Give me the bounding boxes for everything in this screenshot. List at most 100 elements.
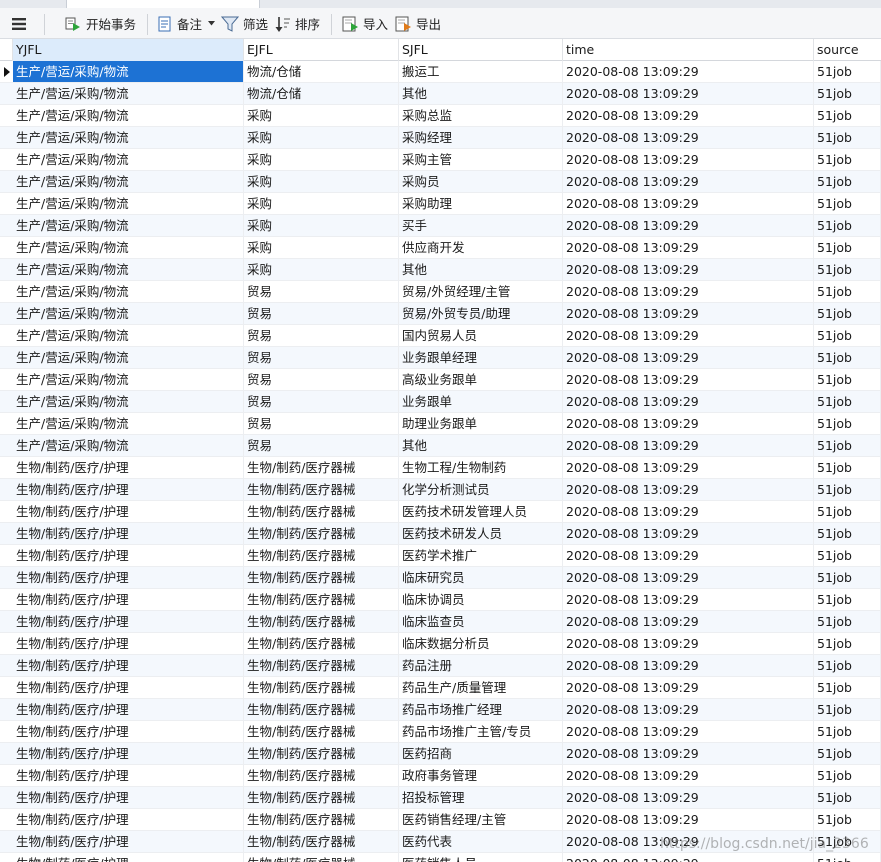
- cell-source[interactable]: 51job: [814, 171, 881, 192]
- cell-ejfl[interactable]: 生物/制药/医疗器械: [244, 765, 399, 786]
- cell-source[interactable]: 51job: [814, 699, 881, 720]
- cell-yjfl[interactable]: 生产/营运/采购/物流: [13, 61, 244, 82]
- cell-yjfl[interactable]: 生物/制药/医疗/护理: [13, 545, 244, 566]
- table-row[interactable]: 生产/营运/采购/物流 贸易 其他 2020-08-08 13:09:29 51job: [0, 435, 881, 457]
- cell-time[interactable]: 2020-08-08 13:09:29: [563, 391, 814, 412]
- export-button[interactable]: 导出: [394, 11, 441, 36]
- cell-time[interactable]: 2020-08-08 13:09:29: [563, 743, 814, 764]
- cell-source[interactable]: 51job: [814, 633, 881, 654]
- cell-sjfl[interactable]: 临床数据分析员: [399, 633, 563, 654]
- table-row[interactable]: 生物/制药/医疗/护理 生物/制药/医疗器械 药品注册 2020-08-08 13:0…: [0, 655, 881, 677]
- row-gutter[interactable]: [0, 457, 13, 478]
- column-header-yjfl[interactable]: YJFL: [13, 39, 244, 61]
- row-gutter[interactable]: [0, 765, 13, 786]
- cell-time[interactable]: 2020-08-08 13:09:29: [563, 721, 814, 742]
- cell-sjfl[interactable]: 医药招商: [399, 743, 563, 764]
- cell-yjfl[interactable]: 生产/营运/采购/物流: [13, 149, 244, 170]
- cell-time[interactable]: 2020-08-08 13:09:29: [563, 347, 814, 368]
- cell-yjfl[interactable]: 生物/制药/医疗/护理: [13, 743, 244, 764]
- column-header-time[interactable]: time: [563, 39, 814, 61]
- cell-source[interactable]: 51job: [814, 853, 881, 862]
- table-row[interactable]: 生物/制药/医疗/护理 生物/制药/医疗器械 医药招商 2020-08-08 13:0…: [0, 743, 881, 765]
- cell-time[interactable]: 2020-08-08 13:09:29: [563, 83, 814, 104]
- table-row[interactable]: 生产/营运/采购/物流 采购 采购主管 2020-08-08 13:09:29 51jo…: [0, 149, 881, 171]
- cell-ejfl[interactable]: 采购: [244, 149, 399, 170]
- cell-yjfl[interactable]: 生物/制药/医疗/护理: [13, 457, 244, 478]
- table-row[interactable]: 生物/制药/医疗/护理生物/制药/医疗器械医药销售人员2020-08-08 13…: [0, 853, 881, 862]
- cell-time[interactable]: 2020-08-08 13:09:29: [563, 699, 814, 720]
- cell-sjfl[interactable]: 化学分析测试员: [399, 479, 563, 500]
- cell-yjfl[interactable]: 生物/制药/医疗/护理: [13, 853, 244, 862]
- cell-source[interactable]: 51job: [814, 413, 881, 434]
- cell-source[interactable]: 51job: [814, 193, 881, 214]
- cell-sjfl[interactable]: 买手: [399, 215, 563, 236]
- row-gutter[interactable]: [0, 391, 13, 412]
- cell-ejfl[interactable]: 生物/制药/医疗器械: [244, 501, 399, 522]
- cell-sjfl[interactable]: 医药技术研发管理人员: [399, 501, 563, 522]
- cell-yjfl[interactable]: 生物/制药/医疗/护理: [13, 655, 244, 676]
- row-gutter[interactable]: [0, 523, 13, 544]
- cell-source[interactable]: 51job: [814, 237, 881, 258]
- cell-source[interactable]: 51job: [814, 523, 881, 544]
- cell-source[interactable]: 51job: [814, 743, 881, 764]
- cell-ejfl[interactable]: 贸易: [244, 435, 399, 456]
- cell-ejfl[interactable]: 采购: [244, 193, 399, 214]
- cell-ejfl[interactable]: 贸易: [244, 391, 399, 412]
- cell-time[interactable]: 2020-08-08 13:09:29: [563, 61, 814, 82]
- table-row[interactable]: 生物/制药/医疗/护理 生物/制药/医疗器械 临床监查员 2020-08-08 13:…: [0, 611, 881, 633]
- cell-time[interactable]: 2020-08-08 13:09:29: [563, 611, 814, 632]
- cell-time[interactable]: 2020-08-08 13:09:29: [563, 809, 814, 830]
- cell-time[interactable]: 2020-08-08 13:09:29: [563, 567, 814, 588]
- cell-yjfl[interactable]: 生产/营运/采购/物流: [13, 347, 244, 368]
- cell-time[interactable]: 2020-08-08 13:09:29: [563, 435, 814, 456]
- cell-yjfl[interactable]: 生物/制药/医疗/护理: [13, 787, 244, 808]
- cell-source[interactable]: 51job: [814, 435, 881, 456]
- filter-button[interactable]: 筛选: [221, 11, 268, 36]
- cell-yjfl[interactable]: 生产/营运/采购/物流: [13, 193, 244, 214]
- cell-ejfl[interactable]: 生物/制药/医疗器械: [244, 567, 399, 588]
- cell-source[interactable]: 51job: [814, 83, 881, 104]
- cell-sjfl[interactable]: 医药销售经理/主管: [399, 809, 563, 830]
- cell-sjfl[interactable]: 业务跟单: [399, 391, 563, 412]
- cell-yjfl[interactable]: 生产/营运/采购/物流: [13, 127, 244, 148]
- row-gutter[interactable]: [0, 171, 13, 192]
- row-gutter[interactable]: [0, 787, 13, 808]
- cell-time[interactable]: 2020-08-08 13:09:29: [563, 193, 814, 214]
- table-row[interactable]: 生产/营运/采购/物流 采购 采购助理 2020-08-08 13:09:29 51jo…: [0, 193, 881, 215]
- cell-source[interactable]: 51job: [814, 215, 881, 236]
- row-gutter[interactable]: [0, 567, 13, 588]
- cell-ejfl[interactable]: 生物/制药/医疗器械: [244, 787, 399, 808]
- table-row[interactable]: 生产/营运/采购/物流 贸易 业务跟单经理 2020-08-08 13:09:29 51…: [0, 347, 881, 369]
- cell-source[interactable]: 51job: [814, 61, 881, 82]
- cell-source[interactable]: 51job: [814, 611, 881, 632]
- cell-sjfl[interactable]: 药品注册: [399, 655, 563, 676]
- cell-sjfl[interactable]: 医药学术推广: [399, 545, 563, 566]
- cell-ejfl[interactable]: 物流/仓储: [244, 61, 399, 82]
- cell-time[interactable]: 2020-08-08 13:09:29: [563, 831, 814, 852]
- cell-yjfl[interactable]: 生产/营运/采购/物流: [13, 435, 244, 456]
- cell-yjfl[interactable]: 生产/营运/采购/物流: [13, 105, 244, 126]
- table-row[interactable]: 生物/制药/医疗/护理 生物/制药/医疗器械 招投标管理 2020-08-08 13:…: [0, 787, 881, 809]
- table-row[interactable]: 生产/营运/采购/物流 采购 供应商开发 2020-08-08 13:09:29 51j…: [0, 237, 881, 259]
- row-gutter[interactable]: [0, 809, 13, 830]
- data-grid[interactable]: YJFL EJFL SJFL time source 生产/营运/采购/物流 物流…: [0, 39, 881, 862]
- cell-ejfl[interactable]: 贸易: [244, 303, 399, 324]
- cell-ejfl[interactable]: 生物/制药/医疗器械: [244, 633, 399, 654]
- cell-yjfl[interactable]: 生物/制药/医疗/护理: [13, 721, 244, 742]
- cell-yjfl[interactable]: 生物/制药/医疗/护理: [13, 589, 244, 610]
- cell-source[interactable]: 51job: [814, 567, 881, 588]
- table-row[interactable]: 生物/制药/医疗/护理 生物/制药/医疗器械 医药代表 2020-08-08 13:0…: [0, 831, 881, 853]
- cell-ejfl[interactable]: 采购: [244, 215, 399, 236]
- cell-source[interactable]: 51job: [814, 391, 881, 412]
- cell-sjfl[interactable]: 采购助理: [399, 193, 563, 214]
- table-row[interactable]: 生物/制药/医疗/护理 生物/制药/医疗器械 医药技术研发管理人员 2020-08-0…: [0, 501, 881, 523]
- cell-ejfl[interactable]: 生物/制药/医疗器械: [244, 479, 399, 500]
- cell-source[interactable]: 51job: [814, 325, 881, 346]
- cell-yjfl[interactable]: 生物/制药/医疗/护理: [13, 765, 244, 786]
- cell-time[interactable]: 2020-08-08 13:09:29: [563, 215, 814, 236]
- cell-yjfl[interactable]: 生产/营运/采购/物流: [13, 259, 244, 280]
- row-gutter[interactable]: [0, 479, 13, 500]
- cell-time[interactable]: 2020-08-08 13:09:29: [563, 523, 814, 544]
- row-gutter[interactable]: [0, 215, 13, 236]
- cell-ejfl[interactable]: 生物/制药/医疗器械: [244, 743, 399, 764]
